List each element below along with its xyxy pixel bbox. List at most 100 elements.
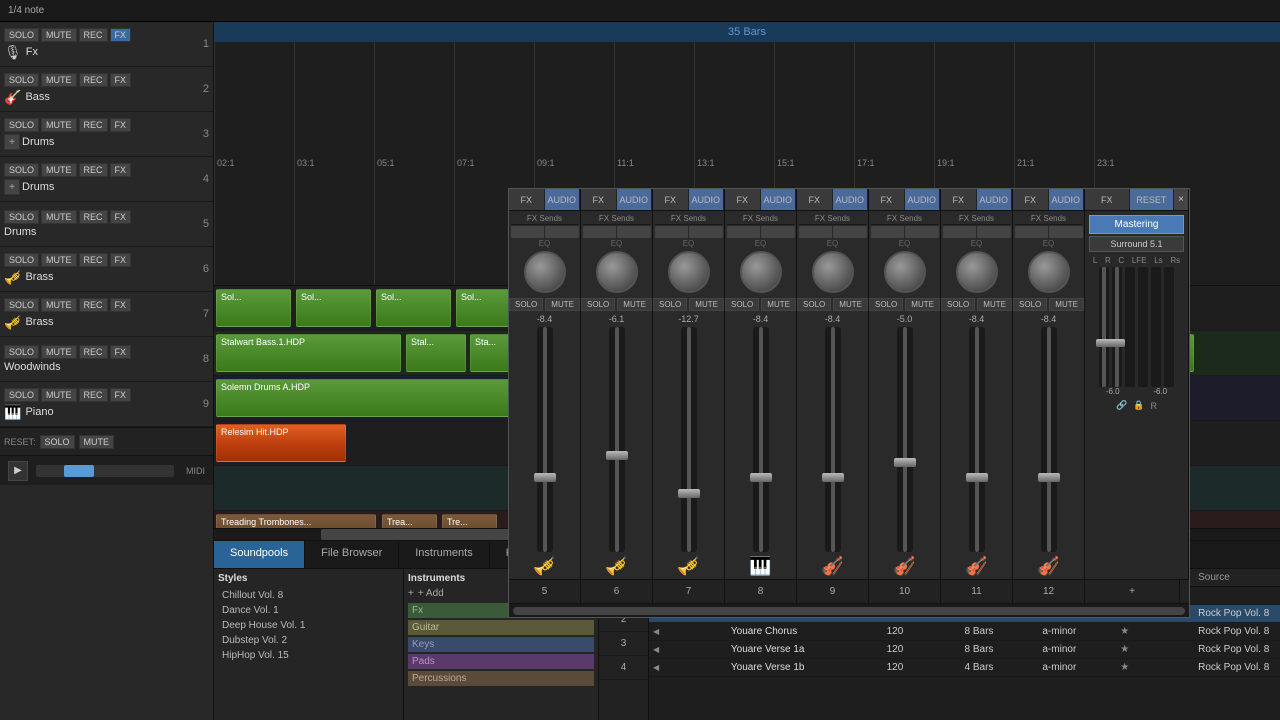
clip[interactable]: Tre... <box>442 514 497 529</box>
rec-button[interactable]: REC <box>79 345 108 359</box>
rec-button[interactable]: REC <box>79 28 108 42</box>
solo-button[interactable]: SOLO <box>4 73 39 87</box>
fader-10[interactable] <box>897 327 913 552</box>
fx-button[interactable]: FX <box>110 118 132 132</box>
solo-button[interactable]: SOLO <box>4 345 39 359</box>
rec-button[interactable]: REC <box>79 253 108 267</box>
playback-position[interactable] <box>36 465 174 477</box>
send-fader[interactable] <box>905 226 939 238</box>
clip[interactable]: Treading Trombones... <box>216 514 376 529</box>
solo-button[interactable]: SOLO <box>4 388 39 402</box>
send-fader[interactable] <box>617 226 651 238</box>
send-fader[interactable] <box>727 226 761 238</box>
fx-btn-6[interactable]: FX <box>581 189 617 210</box>
fx-btn-12[interactable]: FX <box>1013 189 1049 210</box>
rec-button[interactable]: REC <box>79 210 108 224</box>
mute-button[interactable]: MUTE <box>41 388 77 402</box>
send-fader[interactable] <box>761 226 795 238</box>
fader-8[interactable] <box>753 327 769 552</box>
solo-btn-5[interactable]: SOLO <box>509 298 543 311</box>
rec-button[interactable]: REC <box>79 73 108 87</box>
channel-knob-8[interactable] <box>740 251 782 293</box>
fx-button[interactable]: FX <box>110 388 132 402</box>
rec-button[interactable]: REC <box>79 388 108 402</box>
fx-button[interactable]: FX <box>110 345 132 359</box>
close-mixer-button[interactable]: × <box>1174 189 1188 210</box>
mute-button[interactable]: MUTE <box>41 163 77 177</box>
clip[interactable]: Stalwart Bass.1.HDP <box>216 334 401 372</box>
audio-btn-11[interactable]: AUDIO <box>977 189 1013 210</box>
mute-btn-6[interactable]: MUTE <box>617 298 652 311</box>
send-fader[interactable] <box>833 226 867 238</box>
master-fader-Rs[interactable] <box>1164 267 1174 387</box>
mute-btn-9[interactable]: MUTE <box>833 298 868 311</box>
cell-fav[interactable]: ★ <box>1120 662 1198 673</box>
audio-btn-8[interactable]: AUDIO <box>761 189 797 210</box>
solo-btn-9[interactable]: SOLO <box>797 298 831 311</box>
table-row-5[interactable]: ◀ Youare Verse 1b 120 4 Bars a-minor ★ R… <box>649 659 1280 677</box>
clip[interactable]: Stal... <box>406 334 466 372</box>
mute-button[interactable]: MUTE <box>41 73 77 87</box>
mute-btn-10[interactable]: MUTE <box>905 298 940 311</box>
send-fader[interactable] <box>799 226 833 238</box>
audio-btn-12[interactable]: AUDIO <box>1049 189 1085 210</box>
table-row-4[interactable]: ◀ Youare Verse 1a 120 8 Bars a-minor ★ R… <box>649 641 1280 659</box>
send-fader[interactable] <box>977 226 1011 238</box>
solo-btn-6[interactable]: SOLO <box>581 298 615 311</box>
fx-btn-8[interactable]: FX <box>725 189 761 210</box>
instrument-pads[interactable]: Pads <box>408 654 594 669</box>
fx-btn-11[interactable]: FX <box>941 189 977 210</box>
audio-btn-10[interactable]: AUDIO <box>905 189 941 210</box>
master-fader-Ls[interactable] <box>1151 267 1161 387</box>
solo-btn-10[interactable]: SOLO <box>869 298 903 311</box>
fx-button[interactable]: FX <box>110 73 132 87</box>
solo-btn-7[interactable]: SOLO <box>653 298 687 311</box>
tab-instruments[interactable]: Instruments <box>399 541 489 568</box>
fader-11[interactable] <box>969 327 985 552</box>
add-track-button[interactable]: + <box>4 179 20 195</box>
channel-knob-5[interactable] <box>524 251 566 293</box>
add-track-button[interactable]: + <box>4 134 20 150</box>
instrument-keys[interactable]: Keys <box>408 637 594 652</box>
style-item-3[interactable]: Deep House Vol. 1 <box>218 618 399 633</box>
mastering-button[interactable]: Mastering <box>1089 215 1184 234</box>
tab-file-browser[interactable]: File Browser <box>305 541 399 568</box>
mixer-scrollbar[interactable] <box>509 603 1189 617</box>
solo-button[interactable]: SOLO <box>4 253 39 267</box>
fx-btn-7[interactable]: FX <box>653 189 689 210</box>
style-item-5[interactable]: HipHop Vol. 15 <box>218 648 399 663</box>
send-fader[interactable] <box>1049 226 1083 238</box>
mute-button[interactable]: MUTE <box>41 210 77 224</box>
fader-9[interactable] <box>825 327 841 552</box>
mute-btn-5[interactable]: MUTE <box>545 298 580 311</box>
mute-button[interactable]: MUTE <box>41 345 77 359</box>
mute-btn-8[interactable]: MUTE <box>761 298 796 311</box>
solo-button[interactable]: SOLO <box>4 298 39 312</box>
solo-btn-11[interactable]: SOLO <box>941 298 975 311</box>
play-button[interactable]: ▶ <box>8 461 28 481</box>
master-fader-R[interactable] <box>1112 267 1122 387</box>
style-item-2[interactable]: Dance Vol. 1 <box>218 603 399 618</box>
instrument-guitar[interactable]: Guitar <box>408 620 594 635</box>
mute-button[interactable]: MUTE <box>41 28 77 42</box>
global-mute-button[interactable]: MUTE <box>79 435 115 449</box>
send-fader[interactable] <box>1015 226 1049 238</box>
solo-button[interactable]: SOLO <box>4 28 39 42</box>
instrument-percussions[interactable]: Percussions <box>408 671 594 686</box>
channel-knob-12[interactable] <box>1028 251 1070 293</box>
audio-btn-6[interactable]: AUDIO <box>617 189 653 210</box>
fx-btn-9[interactable]: FX <box>797 189 833 210</box>
clip[interactable]: Sol... <box>296 289 371 327</box>
table-row-3[interactable]: ◀ Youare Chorus 120 8 Bars a-minor ★ Roc… <box>649 623 1280 641</box>
mute-button[interactable]: MUTE <box>41 253 77 267</box>
send-fader[interactable] <box>871 226 905 238</box>
fx-btn-5[interactable]: FX <box>509 189 545 210</box>
send-fader[interactable] <box>583 226 617 238</box>
fx-btn-master[interactable]: FX <box>1085 189 1130 210</box>
reset-btn-master[interactable]: RESET <box>1130 189 1175 210</box>
channel-knob-7[interactable] <box>668 251 710 293</box>
mute-btn-7[interactable]: MUTE <box>689 298 724 311</box>
fader-6[interactable] <box>609 327 625 552</box>
clip[interactable]: Solemn Drums A.HDP <box>216 379 511 417</box>
solo-button[interactable]: SOLO <box>4 118 39 132</box>
